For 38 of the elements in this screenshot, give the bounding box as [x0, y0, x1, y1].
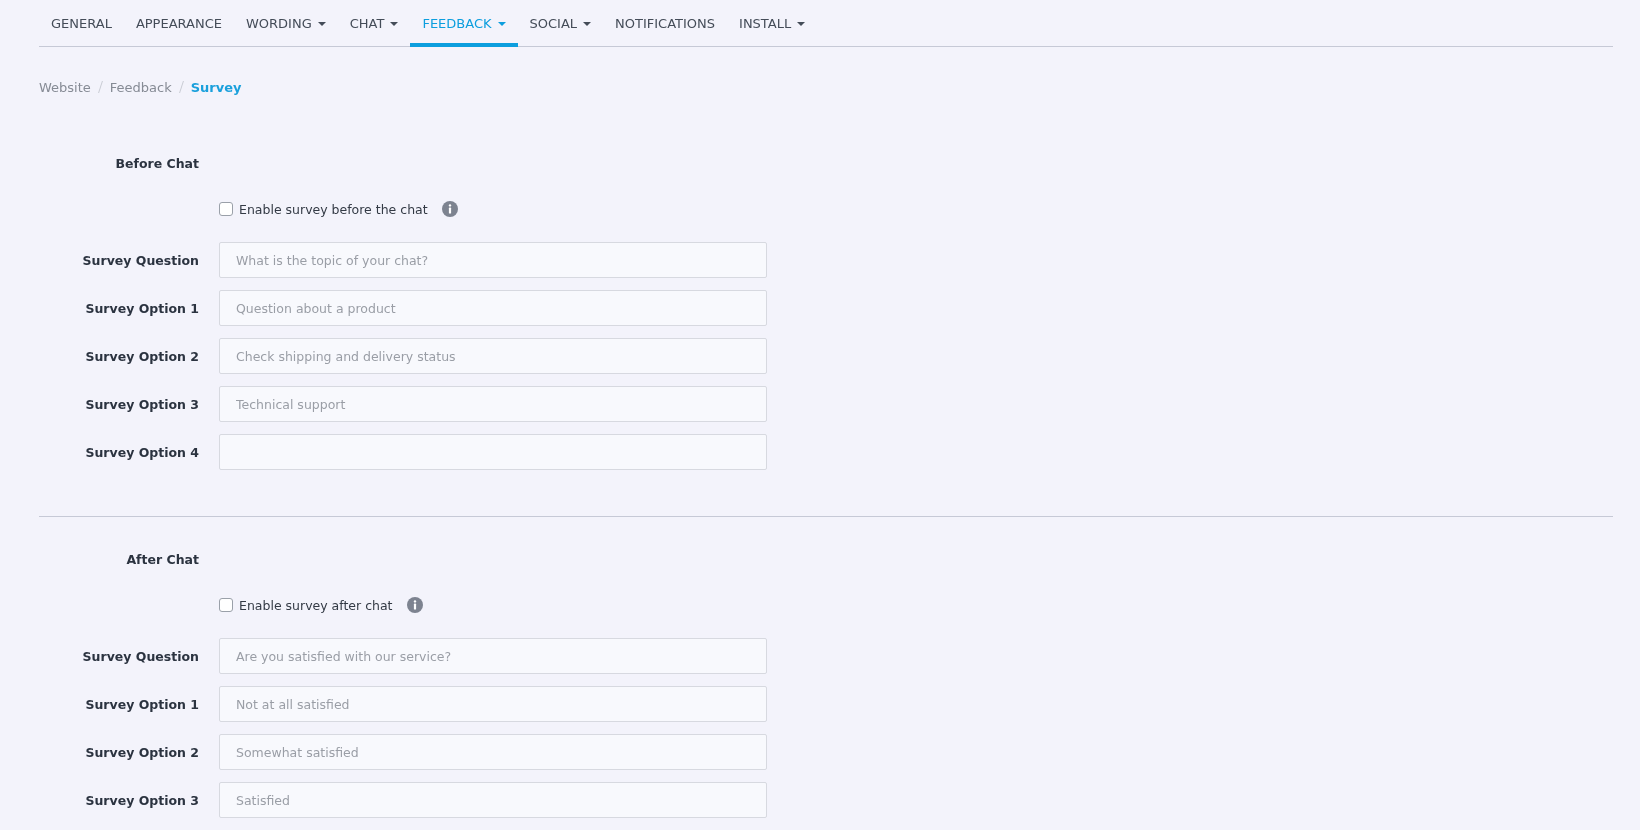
- input-field[interactable]: Technical support: [219, 386, 767, 422]
- caret-icon: [797, 21, 806, 26]
- input-field[interactable]: Satisfied: [219, 782, 767, 818]
- field-label: Survey Option 3: [84, 396, 199, 412]
- info-icon[interactable]: [406, 597, 423, 613]
- input-field[interactable]: Somewhat satisfied: [219, 734, 767, 770]
- nav-tab[interactable]: WORDING: [233, 0, 338, 47]
- input-field[interactable]: Are you satisfied with our service?: [219, 638, 767, 674]
- caret-icon: [583, 21, 592, 26]
- field-label: Survey Option 4: [84, 444, 199, 460]
- input-field[interactable]: Question about a product: [219, 290, 767, 326]
- checkbox-label: Enable survey after chat: [239, 597, 393, 613]
- nav-tab[interactable]: INSTALL: [727, 0, 818, 47]
- checkbox[interactable]: [219, 598, 233, 612]
- field-label: Survey Option 1: [84, 300, 199, 316]
- nav-tab[interactable]: SOCIAL: [517, 0, 604, 47]
- input-field[interactable]: Not at all satisfied: [219, 686, 767, 722]
- field-label: Survey Option 2: [84, 348, 199, 364]
- nav-tab[interactable]: GENERAL: [39, 0, 124, 47]
- caret-icon: [317, 21, 326, 26]
- input-field[interactable]: [219, 434, 767, 470]
- caret-icon: [497, 21, 506, 26]
- checkbox[interactable]: [219, 202, 233, 216]
- input-field[interactable]: Check shipping and delivery status: [219, 338, 767, 374]
- section-title: After Chat: [125, 551, 199, 567]
- info-icon[interactable]: [441, 201, 458, 217]
- field-label: Survey Question: [81, 648, 199, 664]
- field-label: Survey Option 1: [84, 696, 199, 712]
- section-title: Before Chat: [114, 155, 199, 171]
- checkbox-label: Enable survey before the chat: [239, 201, 428, 217]
- nav-tab[interactable]: APPEARANCE: [123, 0, 234, 47]
- field-label: Survey Option 2: [84, 744, 199, 760]
- nav-tab[interactable]: CHAT: [337, 0, 411, 47]
- caret-icon: [390, 21, 399, 26]
- field-label: Survey Question: [81, 252, 199, 268]
- nav-tab[interactable]: NOTIFICATIONS: [603, 0, 728, 47]
- input-field[interactable]: What is the topic of your chat?: [219, 242, 767, 278]
- field-label: Survey Option 3: [84, 792, 199, 808]
